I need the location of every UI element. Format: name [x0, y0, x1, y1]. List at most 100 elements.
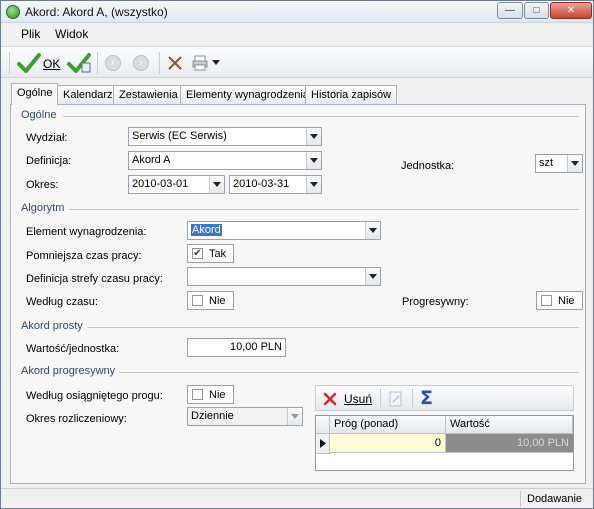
status-divider	[520, 491, 521, 507]
department-value: Serwis (EC Serwis)	[132, 130, 227, 142]
table-cell-value[interactable]: 10,00 PLN	[446, 434, 573, 453]
time-zone-select[interactable]	[187, 267, 381, 286]
toolbar: OK ‹ ›	[1, 46, 593, 78]
period-from-value: 2010-03-01	[132, 178, 189, 190]
app-icon	[6, 5, 20, 19]
maximize-button[interactable]: □	[524, 2, 549, 19]
department-label: Wydział:	[26, 132, 68, 144]
previous-icon[interactable]: ‹	[105, 55, 121, 71]
settlement-period-label: Okres rozliczeniowy:	[26, 413, 127, 425]
group-progressive-title: Akord progresywny	[21, 365, 116, 377]
minimize-button[interactable]: —	[497, 2, 523, 19]
reduces-time-label: Pomniejsza czas pracy:	[26, 250, 142, 262]
tab-general[interactable]: Ogólne	[11, 83, 59, 105]
group-divider	[63, 116, 579, 117]
calendar-dropdown-icon[interactable]	[209, 176, 224, 193]
threshold-grid: Próg (ponad) Wartość 0 10,00 PLN	[315, 415, 574, 471]
tab-pay-elements[interactable]: Elementy wynagrodzenia	[180, 85, 315, 104]
toolbar-separator	[97, 52, 98, 74]
group-simple-title: Akord prosty	[21, 320, 83, 332]
unit-label: Jednostka:	[401, 160, 455, 172]
reduces-time-checkbox[interactable]: ✔ Tak	[187, 244, 234, 263]
title-bar: Akord: Akord A, (wszystko) — □ ✕	[1, 1, 593, 23]
group-general-title: Ogólne	[21, 109, 57, 121]
progressive-value: Nie	[558, 295, 575, 307]
next-icon[interactable]: ›	[133, 55, 149, 71]
threshold-value: Nie	[209, 389, 226, 401]
checkbox-checked-icon[interactable]: ✔	[192, 248, 203, 259]
period-to-date[interactable]: 2010-03-31	[229, 175, 322, 194]
threshold-checkbox[interactable]: Nie	[187, 385, 234, 404]
tab-summaries[interactable]: Zestawienia	[113, 85, 184, 104]
row-indicator[interactable]	[316, 434, 330, 454]
toolbar-grip	[9, 52, 10, 74]
period-label: Okres:	[26, 179, 59, 191]
unit-select[interactable]: szt	[535, 154, 583, 173]
group-divider	[87, 327, 579, 328]
rate-per-unit-input[interactable]: 10,00 PLN	[187, 338, 286, 357]
delete-icon[interactable]	[323, 392, 337, 406]
chevron-down-icon[interactable]	[567, 155, 582, 172]
progressive-checkbox[interactable]: Nie	[536, 291, 583, 310]
group-algorithm-title: Algorytm	[21, 202, 65, 214]
rate-per-unit-value: 10,00 PLN	[230, 341, 282, 353]
status-mode: Dodawanie	[527, 493, 583, 505]
menu-file[interactable]: Plik	[21, 27, 40, 41]
current-row-arrow-icon	[320, 439, 326, 448]
window: Akord: Akord A, (wszystko) — □ ✕ Plik Wi…	[0, 0, 594, 509]
group-divider	[69, 209, 579, 210]
progressive-label: Progresywny:	[402, 296, 469, 308]
department-select[interactable]: Serwis (EC Serwis)	[128, 127, 322, 146]
chevron-down-icon[interactable]	[365, 222, 380, 239]
row-header-corner	[316, 416, 330, 434]
delete-button[interactable]: Usuń	[344, 392, 372, 406]
chevron-down-icon[interactable]	[287, 408, 302, 425]
calendar-dropdown-icon[interactable]	[306, 176, 321, 193]
definition-select[interactable]: Akord A	[128, 151, 322, 170]
toolbar-separator	[159, 52, 160, 74]
unit-value: szt	[539, 157, 554, 169]
definition-label: Definicja:	[26, 155, 72, 167]
period-from-date[interactable]: 2010-03-01	[128, 175, 225, 194]
ok-check-icon[interactable]	[17, 52, 41, 74]
checkbox-unchecked-icon[interactable]	[192, 389, 203, 400]
group-divider	[119, 372, 579, 373]
threshold-label: Według osiągniętego progu:	[26, 390, 163, 402]
toolbar-separator	[380, 389, 381, 407]
checkbox-unchecked-icon[interactable]	[541, 295, 552, 306]
reduces-time-value: Tak	[209, 248, 227, 260]
by-time-checkbox[interactable]: Nie	[187, 291, 234, 310]
edit-document-icon[interactable]	[389, 391, 403, 407]
definition-value: Akord A	[132, 154, 171, 166]
column-header-value[interactable]: Wartość	[446, 416, 573, 434]
menu-bar: Plik Widok	[1, 24, 593, 44]
print-dropdown-icon[interactable]	[212, 60, 220, 66]
grid-toolbar: Usuń Σ	[315, 385, 574, 411]
toolbar-separator	[412, 389, 413, 407]
settlement-period-value: Dziennie	[191, 410, 234, 422]
chevron-down-icon[interactable]	[306, 152, 321, 169]
checkbox-unchecked-icon[interactable]	[192, 295, 203, 306]
by-time-value: Nie	[209, 295, 226, 307]
pay-element-value: Akord	[191, 224, 222, 236]
settlement-period-select[interactable]: Dziennie	[187, 407, 303, 426]
chevron-down-icon[interactable]	[306, 128, 321, 145]
period-to-value: 2010-03-31	[233, 178, 290, 190]
print-icon[interactable]	[191, 54, 209, 72]
rate-per-unit-label: Wartość/jednostka:	[26, 343, 120, 355]
close-button[interactable]: ✕	[550, 2, 592, 19]
window-title: Akord: Akord A, (wszystko)	[25, 5, 168, 19]
table-cell-threshold[interactable]: 0	[330, 434, 446, 453]
time-zone-label: Definicja strefy czasu pracy:	[26, 273, 163, 285]
sum-icon[interactable]: Σ	[420, 387, 433, 409]
menu-view[interactable]: Widok	[55, 27, 88, 41]
ok-button[interactable]: OK	[43, 57, 60, 71]
pay-element-select[interactable]: Akord	[187, 221, 381, 240]
tab-history[interactable]: Historia zapisów	[305, 85, 398, 104]
tools-icon[interactable]	[166, 54, 184, 72]
chevron-down-icon[interactable]	[365, 268, 380, 285]
column-header-threshold[interactable]: Próg (ponad)	[330, 416, 446, 434]
save-new-check-icon[interactable]	[67, 52, 91, 74]
tab-calendar[interactable]: Kalendarz	[57, 85, 119, 104]
pay-element-label: Element wynagrodzenia:	[26, 226, 147, 238]
